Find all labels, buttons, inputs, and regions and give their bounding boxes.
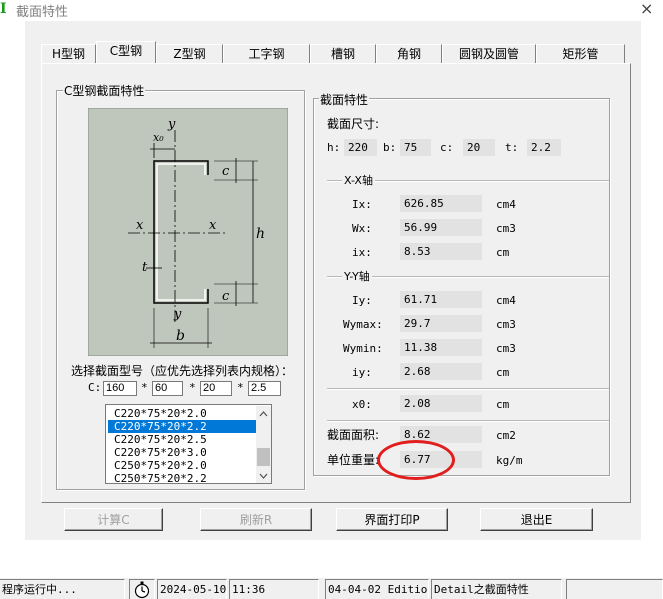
dim-label-t: t: [505, 141, 519, 154]
h-input[interactable] [103, 381, 137, 396]
xx-axis-title: X-X轴 [342, 172, 375, 188]
x0-label: x0: [352, 398, 372, 411]
status-clock-cell [129, 579, 155, 599]
c-section-group-title: C型钢截面特性 [63, 82, 146, 99]
list-item[interactable]: C220*75*20*2.0 [108, 407, 256, 420]
ix-radius-value: 8.53 [400, 243, 482, 260]
status-edition: 04-04-02 Edition [325, 579, 429, 599]
dim-label-h: h: [327, 141, 341, 154]
stopwatch-icon [134, 581, 150, 599]
dim-label-c: c: [440, 141, 454, 154]
dim-value-h: 220 [344, 139, 377, 156]
star-3: * [237, 381, 244, 394]
wx-unit: cm3 [496, 222, 516, 235]
b-input[interactable] [152, 381, 183, 396]
title-bar: I 截面特性 × [0, 0, 663, 20]
scroll-up-icon [259, 411, 268, 417]
star-1: * [141, 381, 148, 394]
status-date: 2024-05-10 [157, 579, 227, 599]
status-time: 11:36 [229, 579, 319, 599]
label-h: h [256, 226, 265, 242]
wymax-label: Wymax: [343, 318, 383, 331]
ix-unit: cm4 [496, 198, 516, 211]
yy-axis-title: Y-Y轴 [342, 268, 372, 284]
tab-rect-tube[interactable]: 矩形管 [536, 44, 625, 63]
star-2: * [189, 381, 196, 394]
c-label: C: [88, 381, 102, 394]
dim-value-c: 20 [463, 139, 495, 156]
label-b: b [176, 328, 185, 344]
list-item[interactable]: C220*75*20*3.0 [108, 446, 256, 459]
iy-radius-unit: cm [496, 366, 510, 379]
label-x-left: x [136, 218, 144, 233]
x0-unit: cm [496, 398, 510, 411]
weight-label: 单位重量: [327, 453, 380, 467]
tab-h-steel[interactable]: H型钢 [41, 44, 96, 63]
status-empty [566, 579, 663, 599]
list-item[interactable]: C220*75*20*2.5 [108, 433, 256, 446]
status-detail: Detail之截面特性 [431, 579, 562, 599]
divider [327, 420, 609, 422]
properties-group-title: 截面特性 [319, 91, 370, 108]
wx-value: 56.99 [400, 219, 482, 236]
annotation-circle [377, 440, 455, 480]
tab-round[interactable]: 圆钢及圆管 [442, 44, 536, 63]
list-item-selected[interactable]: C220*75*20*2.2 [108, 420, 256, 433]
app-icon: I [0, 1, 7, 17]
iy-label: Iy: [352, 294, 372, 307]
status-running: 程序运行中... [0, 579, 125, 599]
window-title: 截面特性 [16, 5, 69, 20]
label-x0: x₀ [153, 131, 164, 144]
tab-channel[interactable]: 槽钢 [310, 44, 376, 63]
wymax-unit: cm3 [496, 318, 516, 331]
dim-value-b: 75 [400, 139, 431, 156]
dim-label-b: b: [383, 141, 397, 154]
label-c-bottom: c [222, 289, 230, 304]
iy-radius-label: iy: [352, 366, 372, 379]
wymin-value: 11.38 [400, 339, 482, 356]
select-section-label: 选择截面型号（应优先选择列表内规格）： [71, 364, 294, 378]
wx-label: Wx: [352, 222, 372, 235]
divider [327, 388, 609, 390]
area-unit: cm2 [496, 429, 516, 442]
iy-radius-value: 2.68 [400, 363, 482, 380]
label-y-bottom: y [173, 307, 182, 322]
c-section-diagram: y x₀ c x x h t c y b [88, 108, 288, 356]
scroll-down-icon [259, 473, 268, 479]
dim-value-t: 2.2 [527, 139, 561, 156]
x0-value: 2.08 [400, 395, 482, 412]
list-item[interactable]: C250*75*20*2.0 [108, 459, 256, 472]
ix-label: Ix: [352, 198, 372, 211]
label-t: t [142, 260, 148, 275]
tab-z-steel[interactable]: Z型钢 [156, 44, 223, 63]
iy-unit: cm4 [496, 294, 516, 307]
section-listbox[interactable]: C220*75*20*2.0 C220*75*20*2.2 C220*75*20… [105, 404, 272, 485]
print-button[interactable]: 界面打印P [336, 508, 448, 531]
wymax-value: 29.7 [400, 315, 482, 332]
area-label: 截面面积: [327, 428, 380, 442]
close-icon[interactable]: × [640, 0, 653, 18]
ix-radius-label: ix: [352, 246, 372, 259]
list-item[interactable]: C250*75*20*2.2 [108, 472, 256, 485]
weight-unit: kg/m [496, 454, 523, 467]
tab-i-beam[interactable]: 工字钢 [223, 44, 310, 63]
c-input[interactable] [200, 381, 232, 396]
calc-button[interactable]: 计算C [64, 508, 163, 531]
ix-value: 626.85 [400, 195, 482, 212]
section-size-title: 截面尺寸: [327, 117, 380, 131]
label-y-top: y [167, 117, 176, 132]
wymin-unit: cm3 [496, 342, 516, 355]
iy-value: 61.71 [400, 291, 482, 308]
label-x-right: x [209, 218, 217, 233]
label-c-top: c [222, 164, 230, 179]
list-scrollbar[interactable] [256, 406, 271, 483]
refresh-button[interactable]: 刷新R [200, 508, 312, 531]
exit-button[interactable]: 退出E [480, 508, 593, 531]
t-input[interactable] [248, 381, 281, 396]
tab-c-steel[interactable]: C型钢 [96, 41, 156, 64]
tab-angle[interactable]: 角钢 [376, 44, 442, 63]
wymin-label: Wymin: [343, 342, 383, 355]
ix-radius-unit: cm [496, 246, 510, 259]
scroll-thumb [257, 448, 270, 466]
